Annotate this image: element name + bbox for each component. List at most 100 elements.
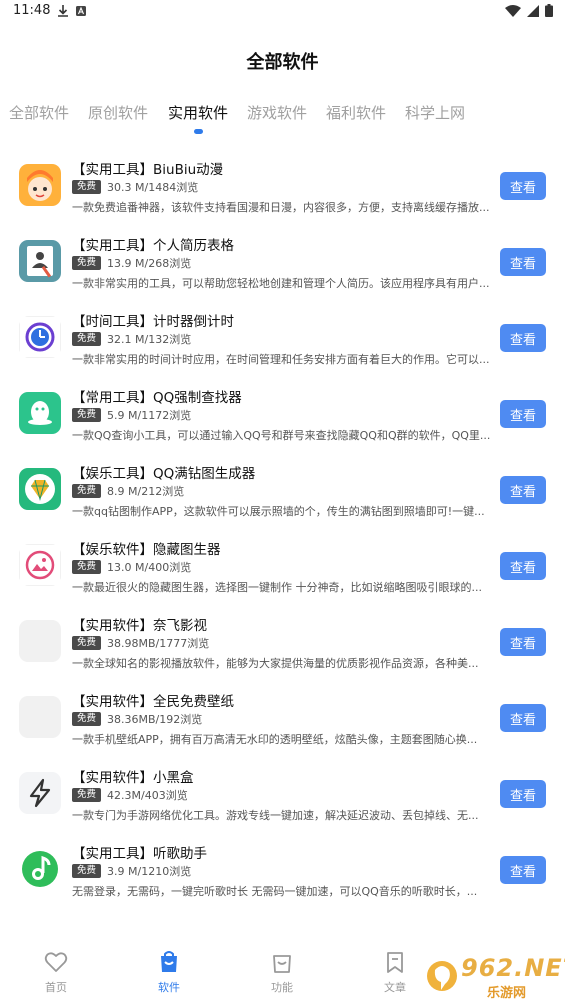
view-button[interactable]: 查看: [500, 248, 546, 276]
list-item[interactable]: 【实用工具】个人简历表格 免费 13.9 M/268浏览 一款非常实用的工具，可…: [0, 224, 565, 300]
app-meta: 42.3M/403浏览: [107, 789, 188, 802]
view-button[interactable]: 查看: [500, 628, 546, 656]
watermark-emblem-icon: [427, 961, 457, 991]
status-time: 11:48: [13, 3, 51, 18]
free-badge: 免费: [72, 484, 102, 498]
free-badge: 免费: [72, 180, 102, 194]
page-title: 全部软件: [246, 52, 319, 73]
free-badge: 免费: [72, 712, 102, 726]
app-title: 【实用软件】小黑盒: [72, 770, 194, 786]
app-description: 一款qq钻图制作APP，这款软件可以展示照墙的个，传生的满钻图到照墙即可!一键.…: [72, 505, 485, 518]
app-description: 无需登录，无需码，一键完听歌时长 无需码一键加速，可以QQ音乐的听歌时长，...: [72, 885, 478, 898]
tab-practical[interactable]: 实用软件: [168, 102, 228, 123]
download-icon: [58, 5, 68, 17]
tab-games[interactable]: 游戏软件: [247, 102, 307, 123]
free-badge: 免费: [72, 256, 102, 270]
view-button[interactable]: 查看: [500, 704, 546, 732]
app-description: 一款非常实用的工具，可以帮助您轻松地创建和管理个人简历。该应用程序具有用户...: [72, 277, 490, 290]
app-title: 【实用软件】全民免费壁纸: [72, 694, 234, 710]
free-badge: 免费: [72, 408, 102, 422]
list-item[interactable]: 【时间工具】计时器倒计时 免费 32.1 M/132浏览 一款非常实用的时间计时…: [0, 300, 565, 376]
blank-app-icon: [19, 620, 61, 662]
list-item[interactable]: 【实用软件】小黑盒 免费 42.3M/403浏览 一款专门为手游网络优化工具。游…: [0, 756, 565, 832]
free-badge: 免费: [72, 864, 102, 878]
view-button[interactable]: 查看: [500, 856, 546, 884]
category-tabs: 全部软件 原创软件 实用软件 游戏软件 福利软件 科学上网: [0, 102, 565, 138]
list-item[interactable]: 【实用工具】听歌助手 免费 3.9 M/1210浏览 无需登录，无需码，一键完听…: [0, 832, 565, 908]
app-title: 【娱乐软件】隐藏图生器: [72, 542, 221, 558]
nav-label: 功能: [271, 981, 293, 994]
tab-original[interactable]: 原创软件: [88, 102, 148, 123]
status-bar: 11:48: [0, 0, 565, 24]
qq-finder-app-icon: [19, 392, 61, 434]
nav-articles[interactable]: 文章: [365, 950, 425, 995]
view-button[interactable]: 查看: [500, 552, 546, 580]
app-meta: 38.98MB/1777浏览: [107, 637, 210, 650]
tab-welfare[interactable]: 福利软件: [326, 102, 386, 123]
diamond-app-icon: [19, 468, 61, 510]
free-badge: 免费: [72, 560, 102, 574]
heart-icon: [44, 952, 68, 972]
nav-label: 软件: [158, 981, 180, 994]
hidden-image-app-icon: [19, 544, 61, 586]
music-app-icon: [19, 848, 61, 890]
app-description: 一款免费追番神器，该软件支持看国漫和日漫，内容很多，方便，支持离线缓存播放...: [72, 201, 490, 214]
nav-label: 首页: [45, 981, 67, 994]
app-title: 【实用工具】个人简历表格: [72, 238, 234, 254]
list-item[interactable]: 【实用工具】BiuBiu动漫 免费 30.3 M/1484浏览 一款免费追番神器…: [0, 148, 565, 224]
app-meta: 13.0 M/400浏览: [107, 561, 192, 574]
app-meta: 3.9 M/1210浏览: [107, 865, 192, 878]
app-title: 【常用工具】QQ强制查找器: [72, 390, 242, 406]
tab-science-net[interactable]: 科学上网: [405, 102, 465, 123]
app-meta: 5.9 M/1172浏览: [107, 409, 192, 422]
bag-outline-icon: [273, 955, 291, 973]
app-description: 一款非常实用的时间计时应用，在时间管理和任务安排方面有着巨大的作用。它可以...: [72, 353, 490, 366]
battery-icon: [545, 4, 553, 17]
list-item[interactable]: 【实用软件】奈飞影视 免费 38.98MB/1777浏览 一款全球知名的影视播放…: [0, 604, 565, 680]
watermark-text: 962.NET: [461, 954, 565, 982]
timer-app-icon: [19, 316, 61, 358]
app-description: 一款QQ查询小工具，可以通过输入QQ号和群号来查找隐藏QQ和Q群的软件，QQ里.…: [72, 429, 491, 442]
app-title: 【实用软件】奈飞影视: [72, 618, 207, 634]
app-meta: 30.3 M/1484浏览: [107, 181, 199, 194]
app-title: 【实用工具】听歌助手: [72, 846, 207, 862]
list-item[interactable]: 【常用工具】QQ强制查找器 免费 5.9 M/1172浏览 一款QQ查询小工具，…: [0, 376, 565, 452]
app-title: 【实用工具】BiuBiu动漫: [72, 162, 224, 178]
bag-icon: [161, 951, 177, 972]
free-badge: 免费: [72, 332, 102, 346]
notification-app-icon: [76, 6, 86, 16]
view-button[interactable]: 查看: [500, 400, 546, 428]
app-description: 一款全球知名的影视播放软件，能够为大家提供海量的优质影视作品资源，各种美...: [72, 657, 479, 670]
list-item[interactable]: 【娱乐软件】隐藏图生器 免费 13.0 M/400浏览 一款最近很火的隐藏图生器…: [0, 528, 565, 604]
free-badge: 免费: [72, 788, 102, 802]
free-badge: 免费: [72, 636, 102, 650]
nav-home[interactable]: 首页: [26, 950, 86, 995]
bookmark-icon: [387, 952, 403, 973]
list-item[interactable]: 【娱乐工具】QQ满钻图生成器 免费 8.9 M/212浏览 一款qq钻图制作AP…: [0, 452, 565, 528]
view-button[interactable]: 查看: [500, 780, 546, 808]
watermark-subtext: 乐游网: [487, 986, 527, 1001]
view-button[interactable]: 查看: [500, 476, 546, 504]
view-button[interactable]: 查看: [500, 324, 546, 352]
app-meta: 8.9 M/212浏览: [107, 485, 185, 498]
active-tab-indicator: [194, 129, 203, 134]
app-description: 一款最近很火的隐藏图生器，选择图一键制作 十分神奇，比如说缩略图吸引眼球的...: [72, 581, 482, 594]
nav-software[interactable]: 软件: [139, 950, 199, 995]
resume-app-icon: [19, 240, 61, 282]
app-meta: 32.1 M/132浏览: [107, 333, 192, 346]
app-meta: 13.9 M/268浏览: [107, 257, 192, 270]
app-description: 一款手机壁纸APP，拥有百万高清无水印的透明壁纸，炫酷头像，主题套图随心换...: [72, 733, 478, 746]
anime-app-icon: [19, 164, 61, 206]
app-description: 一款专门为手游网络优化工具。游戏专线一键加速，解决延迟波动、丢包掉线、无...: [72, 809, 479, 822]
list-item[interactable]: 【实用软件】全民免费壁纸 免费 38.36MB/192浏览 一款手机壁纸APP，…: [0, 680, 565, 756]
app-title: 【娱乐工具】QQ满钻图生成器: [72, 466, 256, 482]
app-meta: 38.36MB/192浏览: [107, 713, 203, 726]
tab-all[interactable]: 全部软件: [9, 102, 69, 123]
nav-features[interactable]: 功能: [252, 950, 312, 995]
watermark-logo: 962.NET 乐游网: [425, 952, 565, 1001]
app-title: 【时间工具】计时器倒计时: [72, 314, 234, 330]
wifi-icon: [505, 4, 521, 17]
blank-app-icon: [19, 696, 61, 738]
lightning-app-icon: [19, 772, 61, 814]
view-button[interactable]: 查看: [500, 172, 546, 200]
